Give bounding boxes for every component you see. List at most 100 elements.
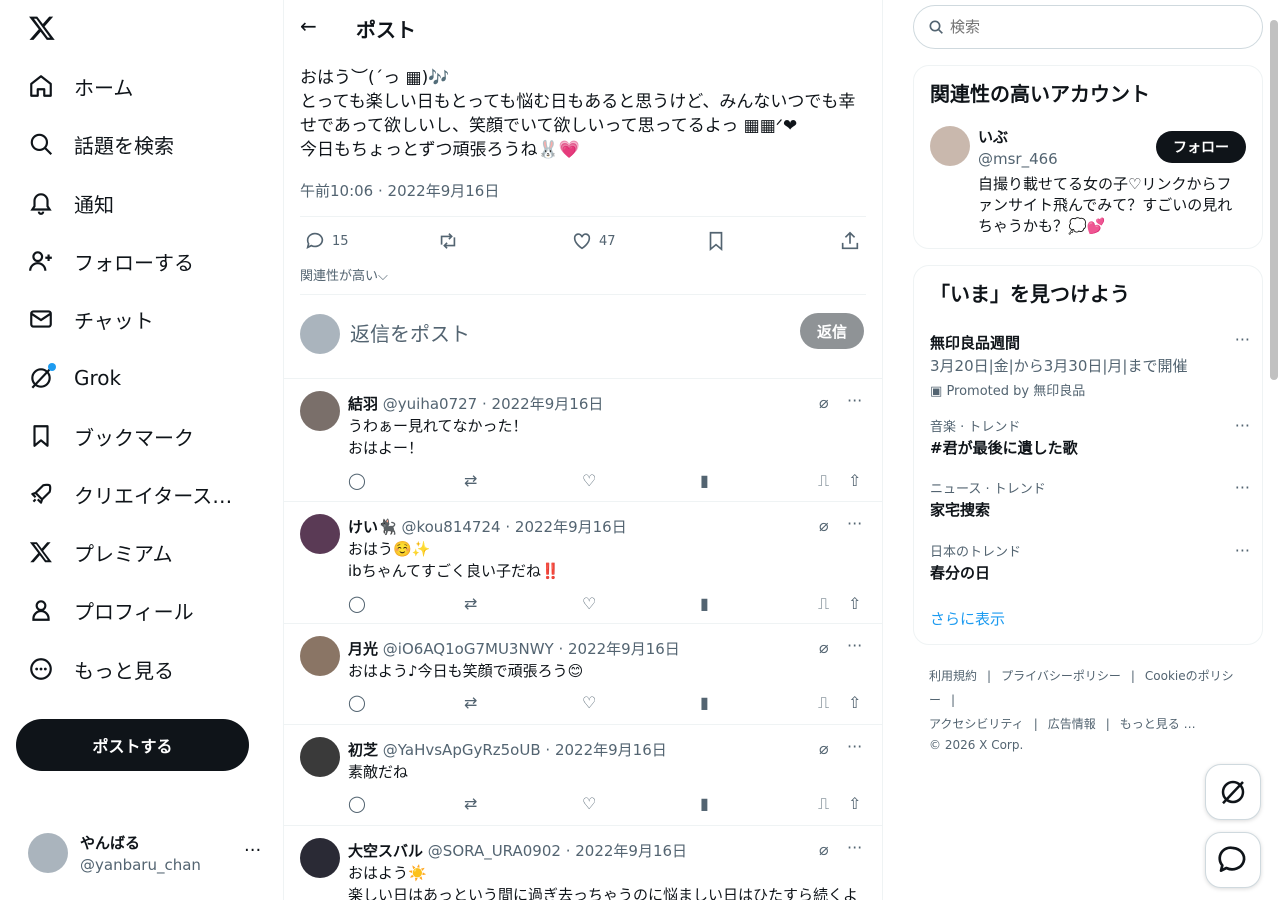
reply-handle[interactable]: @iO6AQ1oG7MU3NWY <box>383 640 554 658</box>
suggested-account-handle[interactable]: @msr_466 <box>978 150 1058 168</box>
reply-input[interactable]: 返信をポスト <box>350 318 470 347</box>
grok-icon[interactable]: ⌀ <box>819 393 829 412</box>
grok-icon[interactable]: ⌀ <box>819 840 829 859</box>
reply-row[interactable]: けい🐈‍⬛ @kou814724 · 2022年9月16日 ⌀ ··· おはう☺… <box>284 501 882 623</box>
scrollbar[interactable] <box>1270 20 1278 380</box>
bookmark-icon[interactable]: ⎍ <box>818 594 829 614</box>
share-icon[interactable]: ⇧ <box>848 594 861 613</box>
nav-premium[interactable]: プレミアム <box>28 532 246 572</box>
footer-link[interactable]: もっと見る … <box>1120 717 1196 731</box>
reply-author-name[interactable]: 大空スバル <box>348 842 423 860</box>
heart-icon[interactable]: ♡ <box>582 594 596 613</box>
more-dots-icon[interactable]: ··· <box>1235 541 1250 560</box>
footer-link[interactable]: プライバシーポリシー <box>1001 669 1121 683</box>
nav-bookmarks[interactable]: ブックマーク <box>28 416 246 456</box>
grok-icon[interactable]: ⌀ <box>819 638 829 657</box>
repost-icon[interactable]: ⇄ <box>464 594 477 613</box>
bookmark-icon[interactable]: ⎍ <box>818 471 829 491</box>
nav-home[interactable]: ホーム <box>28 66 246 106</box>
reply-handle[interactable]: @kou814724 <box>401 518 500 536</box>
more-dots-icon[interactable]: ··· <box>244 840 261 861</box>
grok-icon[interactable]: ⌀ <box>819 739 829 758</box>
avatar[interactable] <box>300 838 340 878</box>
footer-link[interactable]: 利用規約 <box>929 669 977 683</box>
avatar[interactable] <box>300 737 340 777</box>
reply-handle[interactable]: @yuiha0727 <box>383 395 477 413</box>
account-switcher[interactable]: やんばる @yanbaru_chan ··· <box>28 832 268 874</box>
more-dots-icon[interactable]: ··· <box>847 391 862 410</box>
heart-icon[interactable]: ♡ <box>582 693 596 712</box>
reply-button[interactable]: 15 <box>304 230 349 252</box>
share-icon[interactable]: ⇧ <box>848 794 861 813</box>
bookmark-button[interactable] <box>705 230 727 252</box>
trend-item[interactable]: 無印良品週間 3月20日|金|から3月30日|月|まで開催 ▣ Promoted… <box>930 330 1250 399</box>
avatar[interactable] <box>300 391 340 431</box>
share-icon[interactable]: ⇧ <box>848 471 861 490</box>
more-dots-icon[interactable]: ··· <box>1235 416 1250 435</box>
bookmark-icon[interactable]: ⎍ <box>818 794 829 814</box>
nav-notifications[interactable]: 通知 <box>28 183 246 223</box>
nav-chat[interactable]: チャット <box>28 299 246 339</box>
reply-author-name[interactable]: 初芝 <box>348 741 378 759</box>
nav-explore[interactable]: 話題を検索 <box>28 124 246 164</box>
repost-icon[interactable]: ⇄ <box>464 693 477 712</box>
reply-icon[interactable]: ◯ <box>348 471 366 490</box>
views-icon[interactable]: ▮ <box>700 594 709 613</box>
repost-icon[interactable]: ⇄ <box>464 471 477 490</box>
reply-submit-button[interactable]: 返信 <box>800 313 864 349</box>
more-dots-icon[interactable]: ··· <box>847 514 862 533</box>
nav-creator-studio[interactable]: クリエイタースタ… <box>28 474 246 514</box>
reply-row[interactable]: 大空スバル @SORA_URA0902 · 2022年9月16日 ⌀ ··· お… <box>284 825 882 900</box>
share-button[interactable] <box>839 230 861 252</box>
back-arrow-icon[interactable]: ← <box>300 14 317 38</box>
search-input[interactable] <box>950 18 1230 36</box>
grok-icon[interactable]: ⌀ <box>819 516 829 535</box>
more-dots-icon[interactable]: ··· <box>847 838 862 857</box>
show-more-link[interactable]: さらに表示 <box>930 608 1005 629</box>
post-timestamp[interactable]: 午前10:06 · 2022年9月16日 <box>300 180 499 201</box>
trend-item[interactable]: 日本のトレンド 春分の日 ··· <box>930 541 1250 583</box>
reply-row[interactable]: 月光 @iO6AQ1oG7MU3NWY · 2022年9月16日 ⌀ ··· お… <box>284 623 882 724</box>
views-icon[interactable]: ▮ <box>700 471 709 490</box>
grok-fab-button[interactable] <box>1205 764 1261 820</box>
repost-button[interactable] <box>437 230 459 252</box>
trend-item[interactable]: 音楽 · トレンド #君が最後に遺した歌 ··· <box>930 416 1250 458</box>
suggested-account-name[interactable]: いぶ <box>978 126 1008 147</box>
reply-handle[interactable]: @YaHvsApGyRz5oUB <box>383 741 541 759</box>
reply-author-name[interactable]: けい🐈‍⬛ <box>348 518 397 536</box>
chat-fab-button[interactable] <box>1205 832 1261 888</box>
follow-button[interactable]: フォロー <box>1156 131 1246 163</box>
views-icon[interactable]: ▮ <box>700 693 709 712</box>
reply-icon[interactable]: ◯ <box>348 594 366 613</box>
reply-author-name[interactable]: 結羽 <box>348 395 378 413</box>
post-button[interactable]: ポストする <box>16 719 249 771</box>
nav-follow[interactable]: フォローする <box>28 241 246 281</box>
sort-dropdown[interactable]: 関連性が高い⌵ <box>300 265 388 284</box>
like-button[interactable]: 47 <box>571 230 616 252</box>
more-dots-icon[interactable]: ··· <box>847 636 862 655</box>
bookmark-icon[interactable]: ⎍ <box>818 693 829 713</box>
share-icon[interactable]: ⇧ <box>848 693 861 712</box>
nav-more[interactable]: もっと見る <box>28 649 246 689</box>
heart-icon[interactable]: ♡ <box>582 794 596 813</box>
reply-row[interactable]: 結羽 @yuiha0727 · 2022年9月16日 ⌀ ··· うわぁー見れて… <box>284 378 882 501</box>
repost-icon[interactable]: ⇄ <box>464 794 477 813</box>
reply-handle[interactable]: @SORA_URA0902 <box>428 842 561 860</box>
trend-item[interactable]: ニュース · トレンド 家宅捜索 ··· <box>930 478 1250 520</box>
footer-link[interactable]: アクセシビリティ <box>929 717 1024 731</box>
more-dots-icon[interactable]: ··· <box>1235 478 1250 497</box>
heart-icon[interactable]: ♡ <box>582 471 596 490</box>
x-logo-icon[interactable] <box>28 14 56 42</box>
reply-icon[interactable]: ◯ <box>348 794 366 813</box>
views-icon[interactable]: ▮ <box>700 794 709 813</box>
avatar[interactable] <box>300 636 340 676</box>
reply-author-name[interactable]: 月光 <box>348 640 378 658</box>
avatar[interactable] <box>930 126 970 166</box>
more-dots-icon[interactable]: ··· <box>1235 330 1250 349</box>
search-box[interactable] <box>913 5 1263 49</box>
footer-link[interactable]: 広告情報 <box>1048 717 1096 731</box>
avatar[interactable] <box>300 514 340 554</box>
nav-grok[interactable]: Grok <box>28 358 246 398</box>
more-dots-icon[interactable]: ··· <box>847 737 862 756</box>
reply-icon[interactable]: ◯ <box>348 693 366 712</box>
